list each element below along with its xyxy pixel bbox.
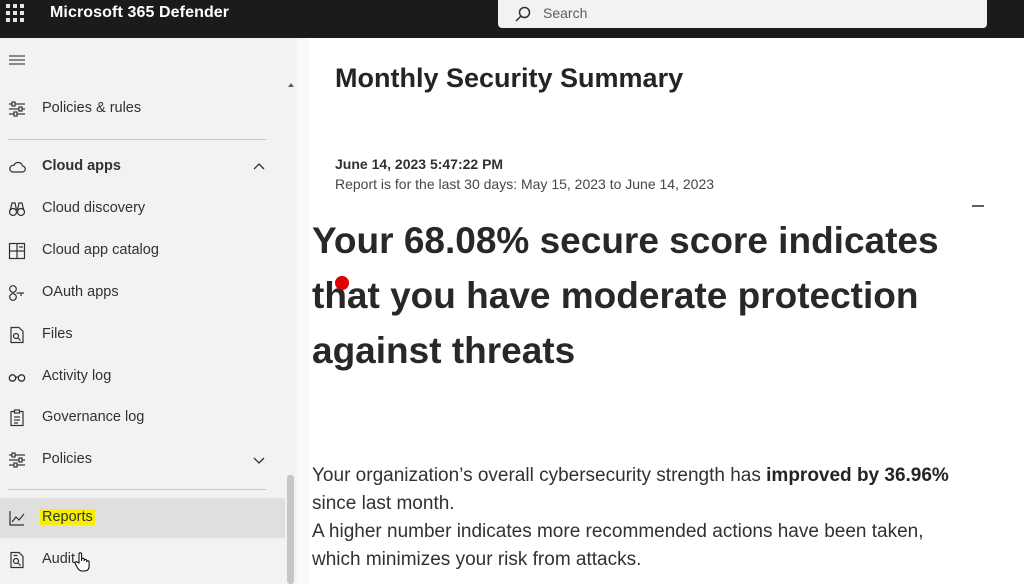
sidebar-item-audit[interactable]: Audit	[0, 540, 285, 580]
sidebar-item-oauth-apps[interactable]: OAuth apps	[0, 273, 285, 313]
divider	[8, 139, 266, 140]
paragraph-text: since last month.	[312, 493, 455, 514]
sidebar-item-label: Files	[42, 326, 73, 342]
app-title[interactable]: Microsoft 365 Defender	[50, 4, 229, 22]
paragraph-text: A higher number indicates more recommend…	[312, 521, 924, 542]
sliders-icon	[9, 101, 25, 117]
page-title: Monthly Security Summary	[335, 63, 684, 93]
app-launcher-icon[interactable]	[6, 4, 24, 22]
top-bar: Microsoft 365 Defender Search	[0, 0, 1024, 38]
binoculars-icon	[8, 202, 26, 217]
sidebar-item-label: OAuth apps	[42, 284, 119, 300]
search-placeholder: Search	[543, 5, 588, 21]
search-icon	[515, 6, 531, 22]
improvement-value: improved by 36.96%	[766, 465, 949, 486]
secure-score-headline: Your 68.08% secure score indicates that …	[312, 213, 1022, 378]
sidebar-item-label: Reports	[40, 509, 95, 525]
catalog-icon	[8, 242, 26, 260]
report-date-range: Report is for the last 30 days: May 15, …	[335, 176, 715, 192]
headline-line: Your 68.08% secure score indicates	[312, 220, 939, 261]
report-content: Monthly Security Summary June 14, 2023 5…	[310, 38, 1024, 584]
sidebar-item-label: Cloud apps	[42, 158, 121, 174]
sliders-icon	[9, 452, 25, 468]
sidebar-scrollbar[interactable]	[285, 38, 297, 584]
cloud-icon	[9, 161, 26, 173]
divider	[8, 489, 266, 490]
pointer-dot	[335, 276, 349, 290]
clipboard-icon	[10, 409, 24, 427]
paragraph-text: which minimizes your risk from attacks.	[312, 549, 642, 570]
glasses-icon	[8, 374, 26, 382]
hand-cursor-icon	[74, 552, 90, 572]
scroll-up-arrow-icon[interactable]	[288, 83, 294, 87]
sidebar-item-files[interactable]: Files	[0, 315, 285, 355]
score-change-paragraph: Your organization’s overall cybersecurit…	[312, 462, 1024, 574]
headline-line: that you have moderate protection	[312, 275, 919, 316]
sidebar-item-activity-log[interactable]: Activity log	[0, 357, 285, 397]
scrollbar-thumb[interactable]	[287, 475, 294, 584]
sidebar-item-cloud-app-catalog[interactable]: Cloud app catalog	[0, 231, 285, 271]
sidebar-item-label: Audit	[42, 551, 76, 567]
sidebar-item-label: Policies & rules	[42, 100, 142, 116]
sidebar-item-label: Governance log	[42, 409, 145, 425]
chevron-down-icon[interactable]	[252, 453, 266, 467]
sidebar-item-label: Cloud discovery	[42, 200, 146, 216]
sidebar-item-cloud-discovery[interactable]: Cloud discovery	[0, 189, 285, 229]
content-gutter	[297, 38, 309, 584]
search-box[interactable]: Search	[498, 0, 987, 28]
file-search-icon	[10, 326, 24, 344]
sidebar: Policies & rules Cloud apps Cloud discov…	[0, 38, 285, 584]
sidebar-item-label: Cloud app catalog	[42, 242, 159, 258]
expand-corner-icon[interactable]	[972, 205, 984, 207]
oauth-icon	[9, 285, 24, 301]
sidebar-item-governance-log[interactable]: Governance log	[0, 398, 285, 438]
sidebar-item-policies[interactable]: Policies	[0, 440, 285, 480]
hamburger-icon[interactable]	[8, 53, 26, 67]
sidebar-item-cloud-apps[interactable]: Cloud apps	[0, 147, 285, 187]
highlight-marker: Reports	[40, 509, 95, 525]
sidebar-item-label: Policies	[42, 451, 92, 467]
report-date: June 14, 2023 5:47:22 PM	[335, 156, 504, 172]
headline-line: against threats	[312, 330, 576, 371]
audit-icon	[10, 551, 24, 569]
chevron-up-icon[interactable]	[252, 160, 266, 174]
sidebar-item-label: Activity log	[42, 368, 112, 384]
paragraph-text: Your organization’s overall cybersecurit…	[312, 465, 767, 486]
chart-line-icon	[9, 511, 25, 526]
sidebar-item-policies-rules[interactable]: Policies & rules	[0, 89, 285, 129]
sidebar-item-reports[interactable]: Reports	[0, 498, 285, 538]
